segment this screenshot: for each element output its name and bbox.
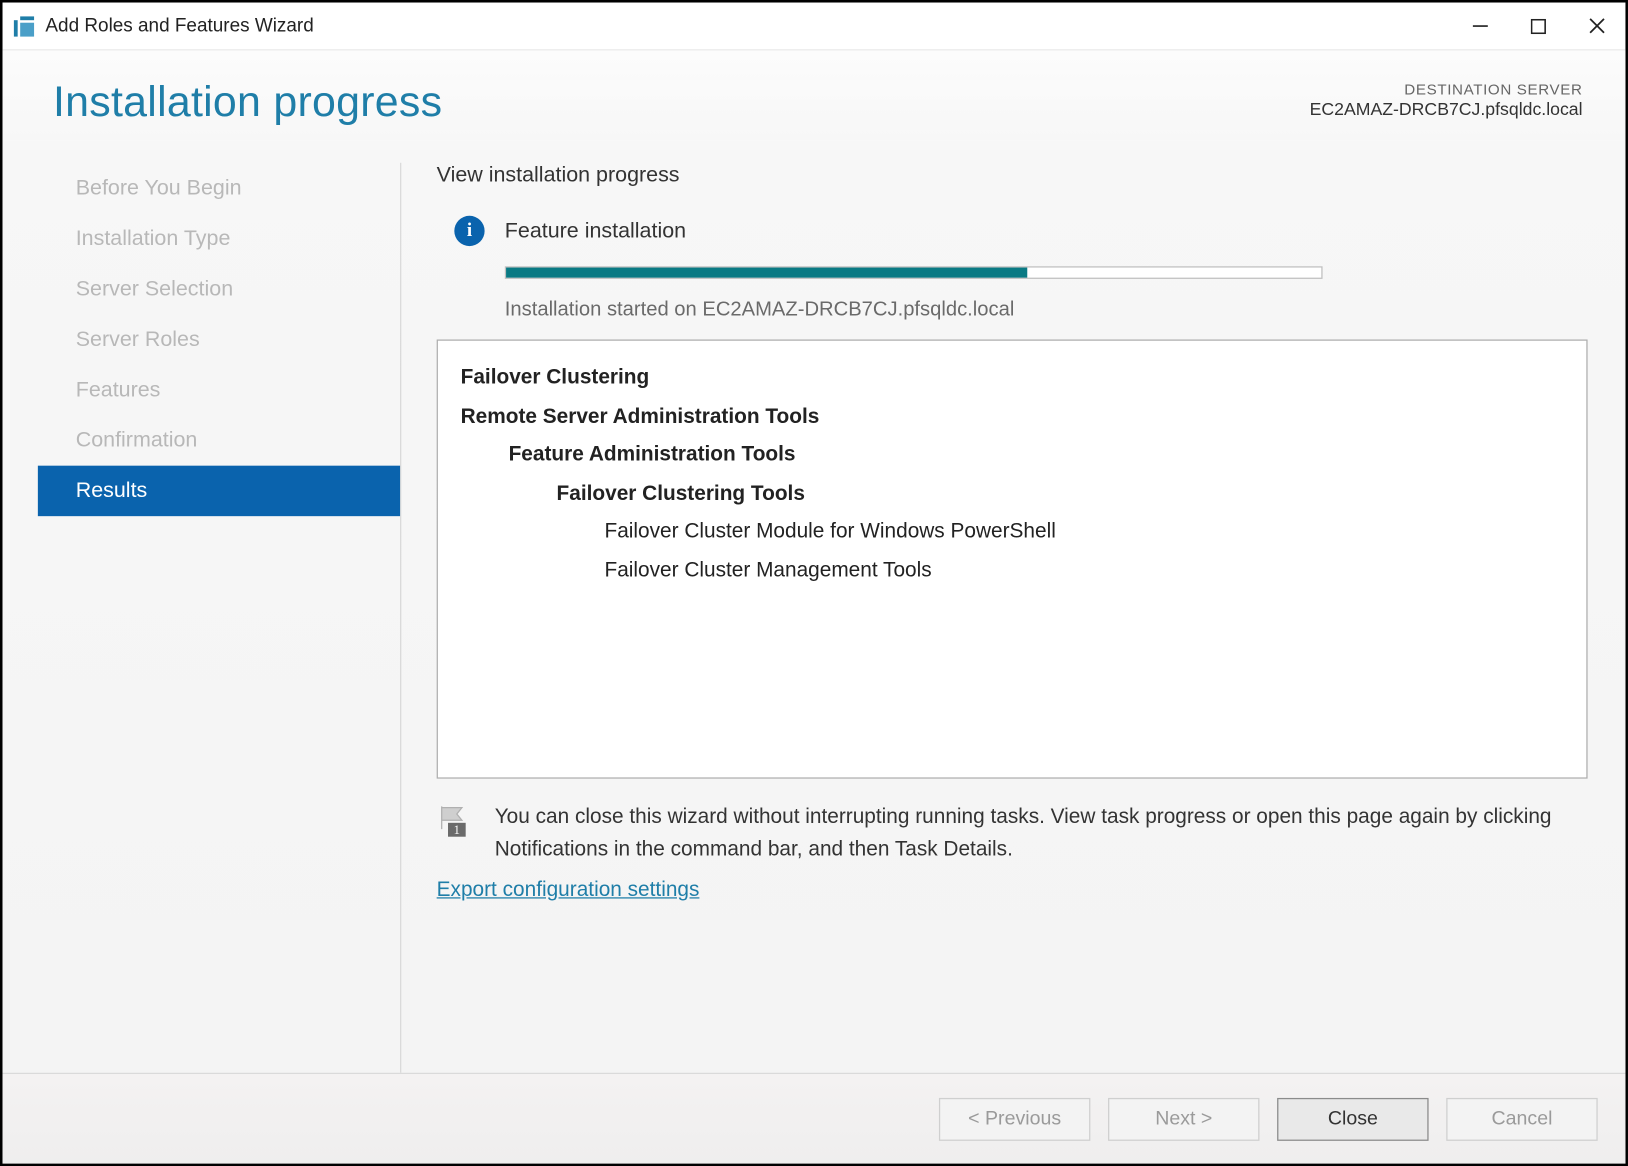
- cancel-button: Cancel: [1446, 1097, 1597, 1140]
- close-window-button[interactable]: [1567, 2, 1625, 50]
- feature-install-row: i Feature installation: [437, 216, 1588, 246]
- wizard-steps-sidebar: Before You Begin Installation Type Serve…: [3, 163, 402, 1073]
- install-started-text: Installation started on EC2AMAZ-DRCB7CJ.…: [505, 299, 1588, 322]
- svg-text:1: 1: [454, 823, 460, 837]
- maximize-button[interactable]: [1509, 2, 1567, 50]
- destination-server-block: DESTINATION SERVER EC2AMAZ-DRCB7CJ.pfsql…: [1310, 78, 1583, 118]
- page-title: Installation progress: [53, 78, 442, 127]
- step-installation-type: Installation Type: [38, 213, 400, 263]
- wizard-body: Before You Begin Installation Type Serve…: [3, 140, 1626, 1073]
- step-server-selection: Server Selection: [38, 264, 400, 314]
- destination-server-value: EC2AMAZ-DRCB7CJ.pfsqldc.local: [1310, 98, 1583, 118]
- step-server-roles: Server Roles: [38, 314, 400, 364]
- previous-button: < Previous: [939, 1097, 1090, 1140]
- step-results: Results: [38, 466, 400, 516]
- wizard-note-text: You can close this wizard without interr…: [495, 801, 1588, 866]
- step-before-you-begin: Before You Begin: [38, 163, 400, 213]
- close-button[interactable]: Close: [1277, 1097, 1428, 1140]
- info-icon: i: [454, 216, 484, 246]
- wizard-footer: < Previous Next > Close Cancel: [3, 1073, 1626, 1164]
- feature-item: Failover Cluster Module for Windows Powe…: [461, 512, 1564, 551]
- feature-item: Failover Cluster Management Tools: [461, 551, 1564, 590]
- export-configuration-link[interactable]: Export configuration settings: [437, 879, 1588, 903]
- feature-item: Feature Administration Tools: [461, 435, 1564, 474]
- wizard-header: Installation progress DESTINATION SERVER…: [3, 50, 1626, 140]
- feature-install-label: Feature installation: [505, 218, 686, 243]
- step-confirmation: Confirmation: [38, 415, 400, 465]
- wizard-note-row: 1 You can close this wizard without inte…: [437, 801, 1588, 866]
- install-progress-bar: [505, 266, 1323, 279]
- feature-item: Failover Clustering: [461, 358, 1564, 397]
- feature-item: Failover Clustering Tools: [461, 474, 1564, 513]
- notifications-flag-icon: 1: [437, 804, 472, 839]
- feature-item: Remote Server Administration Tools: [461, 397, 1564, 436]
- window-title: Add Roles and Features Wizard: [45, 15, 313, 36]
- wizard-window: Add Roles and Features Wizard Installati…: [0, 0, 1628, 1166]
- wizard-main-panel: View installation progress i Feature ins…: [401, 163, 1625, 1073]
- view-progress-label: View installation progress: [437, 163, 1588, 188]
- destination-server-label: DESTINATION SERVER: [1310, 81, 1583, 99]
- minimize-button[interactable]: [1451, 2, 1509, 50]
- step-features: Features: [38, 365, 400, 415]
- install-progress-fill: [506, 268, 1028, 278]
- server-manager-icon: [13, 15, 36, 38]
- next-button: Next >: [1108, 1097, 1259, 1140]
- feature-results-box: Failover Clustering Remote Server Admini…: [437, 339, 1588, 778]
- titlebar: Add Roles and Features Wizard: [3, 3, 1626, 51]
